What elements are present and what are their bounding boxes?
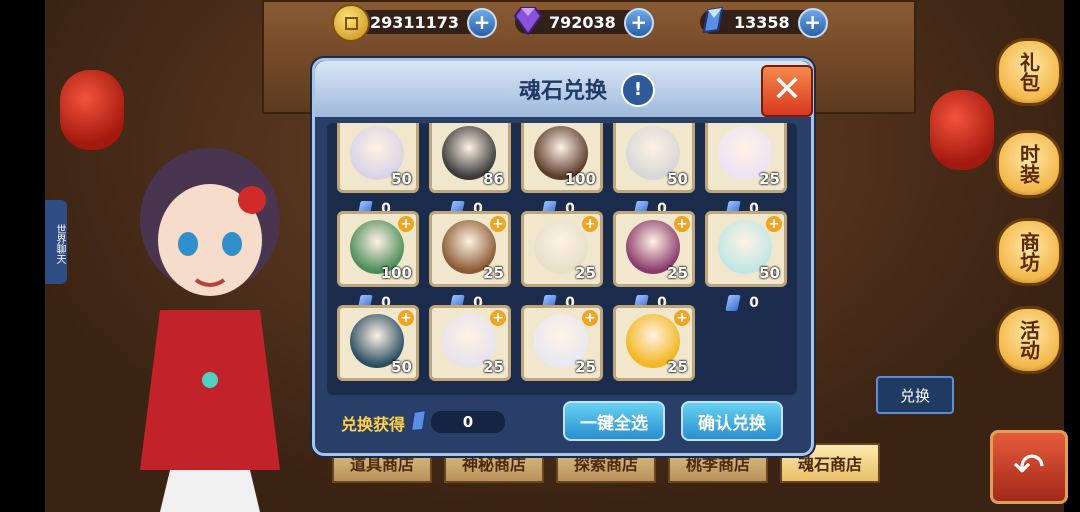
hero-portrait[interactable]: +100 xyxy=(337,211,419,287)
gold-counter: 29311173 + xyxy=(332,4,498,42)
activity-menu[interactable]: 活动 xyxy=(996,306,1062,374)
lantern-right xyxy=(930,90,994,170)
hero-card[interactable]: 86 0 xyxy=(429,123,511,219)
shopkeeper-girl-illustration xyxy=(140,148,280,512)
dialog-title: 魂石兑换 xyxy=(518,79,607,104)
confirm-exchange-button[interactable]: 确认兑换 xyxy=(681,401,783,441)
hero-level: 25 xyxy=(575,264,596,282)
hero-card[interactable]: +25 0 xyxy=(429,211,511,313)
upgrade-badge-icon: + xyxy=(582,310,598,326)
add-gold-button[interactable]: + xyxy=(467,8,498,38)
soulstone-exchange-dialog: 魂石兑换 ! ✕ 50 0 86 0 100 0 50 0 25 0 +100 0 +25 0 +25 0 +2… xyxy=(312,58,814,456)
hero-portrait[interactable]: 25 xyxy=(705,123,787,193)
hero-level: 25 xyxy=(483,264,504,282)
hero-level: 100 xyxy=(380,264,412,282)
purple-gem-icon xyxy=(511,4,545,38)
hero-card[interactable]: +50 xyxy=(337,305,419,381)
hero-level: 50 xyxy=(391,170,412,188)
soulstone-amount: 13358 xyxy=(734,12,790,32)
hero-portrait[interactable]: +25 xyxy=(521,211,603,287)
gold-coin-icon xyxy=(332,4,370,42)
hero-portrait[interactable]: +25 xyxy=(429,305,511,381)
shop-menu[interactable]: 商坊 xyxy=(996,218,1062,286)
close-button[interactable]: ✕ xyxy=(761,65,813,117)
hero-level: 25 xyxy=(759,170,780,188)
add-soulstone-button[interactable]: + xyxy=(797,8,828,38)
hero-grid-scroll[interactable]: 50 0 86 0 100 0 50 0 25 0 +100 0 +25 0 +25 0 +25 0 +50 0 +50… xyxy=(327,123,797,395)
hero-card[interactable]: +25 0 xyxy=(521,211,603,313)
gold-amount: 29311173 xyxy=(370,12,460,32)
upgrade-badge-icon: + xyxy=(674,216,690,232)
hero-level: 25 xyxy=(667,358,688,376)
hero-card[interactable]: 50 0 xyxy=(613,123,695,219)
hero-card[interactable]: +100 0 xyxy=(337,211,419,313)
hero-card[interactable]: 50 0 xyxy=(337,123,419,219)
hero-card[interactable]: +25 0 xyxy=(613,211,695,313)
hero-card[interactable]: +25 xyxy=(429,305,511,381)
soul-amount: 0 xyxy=(749,295,759,311)
hero-level: 50 xyxy=(391,358,412,376)
hero-card[interactable]: +25 xyxy=(521,305,603,381)
hero-card[interactable]: 100 0 xyxy=(521,123,603,219)
hero-level: 25 xyxy=(483,358,504,376)
upgrade-badge-icon: + xyxy=(766,216,782,232)
upgrade-badge-icon: + xyxy=(674,310,690,326)
info-icon[interactable]: ! xyxy=(621,73,655,107)
hero-level: 25 xyxy=(575,358,596,376)
world-chat-badge[interactable]: 世界聊天 xyxy=(45,200,67,284)
hero-soul-count: 0 xyxy=(705,293,781,313)
upgrade-badge-icon: + xyxy=(490,216,506,232)
upgrade-badge-icon: + xyxy=(398,310,414,326)
hero-portrait[interactable]: 86 xyxy=(429,123,511,193)
soulstone-icon xyxy=(696,4,730,38)
hero-card[interactable]: +25 xyxy=(613,305,695,381)
hero-portrait[interactable]: +50 xyxy=(705,211,787,287)
hero-level: 25 xyxy=(667,264,688,282)
gem-counter: 792038 + xyxy=(513,7,654,38)
gem-amount: 792038 xyxy=(549,12,616,32)
hero-portrait[interactable]: +50 xyxy=(337,305,419,381)
soulstone-icon xyxy=(409,409,428,433)
upgrade-badge-icon: + xyxy=(490,310,506,326)
soulstone-icon xyxy=(725,295,741,311)
hero-level: 86 xyxy=(483,170,504,188)
hero-portrait[interactable]: +25 xyxy=(613,305,695,381)
hero-card[interactable]: +50 0 xyxy=(705,211,787,313)
hero-level: 100 xyxy=(564,170,596,188)
hero-portrait[interactable]: 50 xyxy=(337,123,419,193)
hero-portrait[interactable]: 50 xyxy=(613,123,695,193)
upgrade-badge-icon: + xyxy=(398,216,414,232)
fashion-menu[interactable]: 时装 xyxy=(996,130,1062,198)
hero-portrait[interactable]: +25 xyxy=(613,211,695,287)
hero-card[interactable]: 25 0 xyxy=(705,123,787,219)
hero-level: 50 xyxy=(667,170,688,188)
hero-portrait[interactable]: 100 xyxy=(521,123,603,193)
exchange-gain-value: 0 xyxy=(431,411,505,433)
hero-portrait[interactable]: +25 xyxy=(429,211,511,287)
back-button[interactable]: ↶ xyxy=(990,430,1068,504)
hero-portrait[interactable]: +25 xyxy=(521,305,603,381)
soulstone-counter: 13358 + xyxy=(700,6,828,38)
exchange-gain-label: 兑换获得 xyxy=(341,415,406,434)
gift-pack-menu[interactable]: 礼包 xyxy=(996,38,1062,106)
hero-level: 50 xyxy=(759,264,780,282)
left-letterbox xyxy=(0,0,45,512)
lantern-left xyxy=(60,70,124,150)
exchange-side-button[interactable]: 兑换 xyxy=(876,376,954,414)
upgrade-badge-icon: + xyxy=(582,216,598,232)
add-gem-button[interactable]: + xyxy=(623,8,654,38)
select-all-button[interactable]: 一键全选 xyxy=(563,401,665,441)
